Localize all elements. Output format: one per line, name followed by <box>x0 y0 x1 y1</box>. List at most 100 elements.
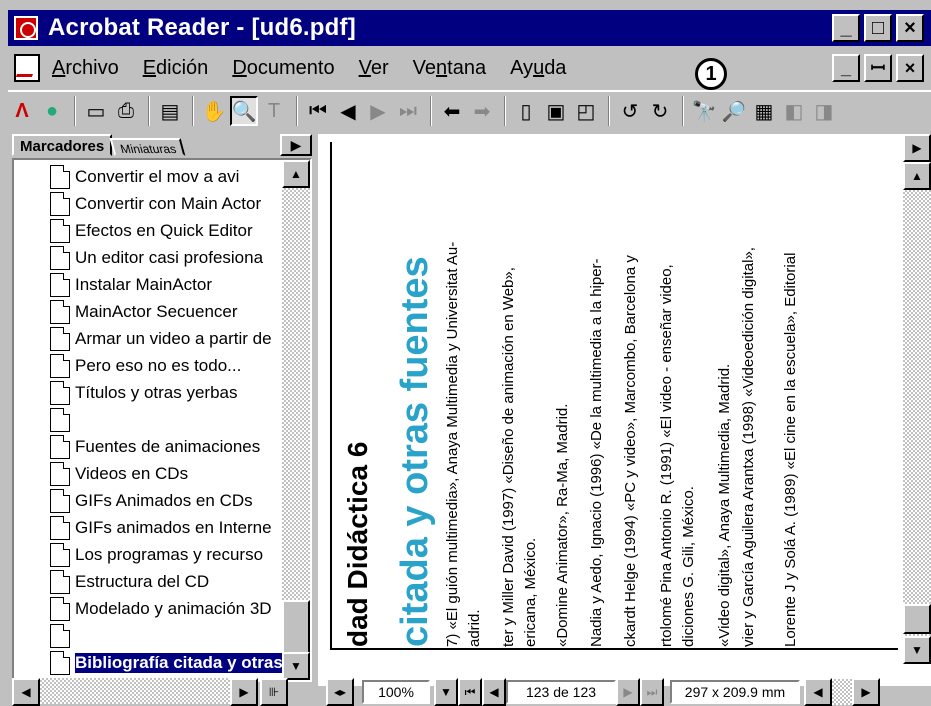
pane-horizontal-scrollbar[interactable] <box>40 678 230 704</box>
fit-page-icon[interactable]: ▣ <box>542 96 570 126</box>
scroll-down-button[interactable]: ▼ <box>282 652 310 680</box>
doc-scroll-right-button[interactable]: ▶ <box>852 678 880 706</box>
page-icon <box>50 273 70 297</box>
text-select-icon[interactable]: T <box>260 96 288 126</box>
first-page-icon[interactable]: ⏮ <box>304 96 332 126</box>
close-button[interactable]: × <box>896 14 924 42</box>
pane-menu-arrow[interactable]: ▶ <box>280 134 312 156</box>
page-icon <box>50 219 70 243</box>
tab-thumbnails[interactable]: Miniaturas <box>109 138 186 156</box>
thumbnails-icon[interactable]: ▤ <box>156 96 184 126</box>
page-icon <box>50 489 70 513</box>
status-first-page-icon[interactable]: ⏮ <box>458 678 482 706</box>
menu-archivo[interactable]: Archivo <box>52 57 119 80</box>
bookmark-item[interactable]: Convertir con Main Actor <box>50 191 261 217</box>
menu-documento[interactable]: Documento <box>232 57 334 80</box>
go-forward-icon[interactable]: ➡ <box>468 96 496 126</box>
bookmark-item[interactable]: Efectos en Quick Editor <box>50 218 253 244</box>
bookmark-item[interactable]: Pero eso no es todo... <box>50 353 241 379</box>
menu-edicion[interactable]: Edición <box>143 57 209 80</box>
bookmark-item[interactable]: Estructura del CD <box>50 569 209 595</box>
bookmark-item[interactable]: Modelado y animación 3D <box>50 596 272 622</box>
page-icon <box>50 516 70 540</box>
menu-ayuda[interactable]: Ayuda <box>510 57 566 80</box>
bookmark-item[interactable]: Videos en CDs <box>50 461 188 487</box>
page-icon <box>50 381 70 405</box>
bookmark-item[interactable] <box>50 407 75 433</box>
title-bar[interactable]: Acrobat Reader - [ud6.pdf] _ □ × <box>8 10 931 46</box>
bookmark-item[interactable]: Un editor casi profesiona <box>50 245 263 271</box>
doc-pane-arrow-button[interactable]: ▶ <box>903 134 931 162</box>
pane-scroll-left-button[interactable]: ◀ <box>12 678 40 706</box>
actual-size-icon[interactable]: ▯ <box>512 96 540 126</box>
globe-icon[interactable]: ● <box>38 96 66 126</box>
fit-width-icon[interactable]: ◰ <box>572 96 600 126</box>
doc-scroll-left-button[interactable]: ◀ <box>804 678 832 706</box>
document-icon[interactable] <box>14 54 40 82</box>
menu-ventana[interactable]: Ventana <box>413 57 486 80</box>
doc-horizontal-scrollbar[interactable] <box>832 679 852 705</box>
split-handle-icon[interactable]: ◂▸ <box>326 678 354 706</box>
doc-text-line: adrid. <box>466 609 483 647</box>
doc-scroll-down-button[interactable]: ▼ <box>903 636 931 664</box>
status-last-page-icon[interactable]: ⏭ <box>640 678 664 706</box>
bookmark-vertical-scrollbar[interactable]: ▲ ▼ <box>282 160 310 680</box>
bookmark-item[interactable]: GIFs animados en Interne <box>50 515 272 541</box>
toolbar-separator <box>430 96 432 126</box>
page-number-field[interactable]: 123 de 123 <box>506 680 616 704</box>
child-minimize-button[interactable]: _ <box>832 54 860 82</box>
bookmark-item[interactable]: Instalar MainActor <box>50 272 212 298</box>
search-icon[interactable]: ▦ <box>750 96 778 126</box>
scroll-thumb[interactable] <box>282 600 310 654</box>
bookmark-item[interactable]: Los programas y recurso <box>50 542 263 568</box>
print-icon[interactable]: ⎙ <box>112 96 140 126</box>
doc-text-line: ter y Miller David (1997) «Diseño de ani… <box>500 267 517 647</box>
prev-page-icon[interactable]: ◀ <box>334 96 362 126</box>
rotate-right-icon[interactable]: ↻ <box>646 96 674 126</box>
scroll-up-button[interactable]: ▲ <box>282 160 310 188</box>
bookmark-item[interactable]: Armar un video a partir de <box>50 326 272 352</box>
go-back-icon[interactable]: ⬅ <box>438 96 466 126</box>
doc-scroll-up-button[interactable]: ▲ <box>903 162 931 190</box>
zoom-tool-icon[interactable]: 🔍 <box>230 96 258 126</box>
toolbar-separator <box>192 96 194 126</box>
next-page-icon[interactable]: ▶ <box>364 96 392 126</box>
last-page-icon[interactable]: ⏭ <box>394 96 422 126</box>
bookmark-label: Convertir con Main Actor <box>75 194 262 213</box>
hand-tool-icon[interactable]: ✋ <box>200 96 228 126</box>
maximize-button[interactable]: □ <box>864 14 892 42</box>
toolbar: Λ ● ▭ ⎙ ▤ ✋ 🔍 T ⏮ ◀ ▶ ⏭ ⬅ ➡ ▯ ▣ ◰ ↺ ↻ 🔭 … <box>8 90 931 130</box>
rotate-left-icon[interactable]: ↺ <box>616 96 644 126</box>
find-icon[interactable]: 🔭 <box>690 96 718 126</box>
bookmark-item[interactable]: GIFs Animados en CDs <box>50 488 253 514</box>
status-next-page-icon[interactable]: ▶ <box>616 678 640 706</box>
doc-heading-unit: dad Didáctica 6 <box>342 441 373 647</box>
menu-archivo-label: rchivo <box>65 56 119 79</box>
pane-scroll-right-button[interactable]: ▶ <box>230 678 258 706</box>
find-again-icon[interactable]: 🔎 <box>720 96 748 126</box>
zoom-dropdown-button[interactable]: ▼ <box>434 678 458 706</box>
prev-result-icon[interactable]: ◧ <box>780 96 808 126</box>
zoom-field[interactable]: 100% <box>362 680 430 704</box>
acrobat-app-icon[interactable] <box>14 16 38 40</box>
child-close-button[interactable]: × <box>896 54 924 82</box>
pane-resize-icon[interactable]: ⊪ <box>260 678 288 706</box>
minimize-button[interactable]: _ <box>832 14 860 42</box>
bookmark-item[interactable]: Convertir el mov a avi <box>50 164 239 190</box>
tab-bookmarks[interactable]: Marcadores <box>12 134 113 156</box>
child-restore-button[interactable]: ꟷ <box>864 54 892 82</box>
bookmark-item[interactable]: MainActor Secuencer <box>50 299 238 325</box>
window-title: Acrobat Reader - [ud6.pdf] <box>48 14 356 41</box>
open-icon[interactable]: ▭ <box>82 96 110 126</box>
doc-scroll-thumb[interactable] <box>903 604 931 634</box>
bookmark-item[interactable]: Fuentes de animaciones <box>50 434 260 460</box>
document-vertical-scrollbar[interactable]: ▶ ▲ ▼ <box>903 134 931 664</box>
bookmark-item[interactable] <box>50 623 75 649</box>
status-prev-page-icon[interactable]: ◀ <box>482 678 506 706</box>
bookmark-item[interactable]: Títulos y otras yerbas <box>50 380 238 406</box>
acrobat-icon[interactable]: Λ <box>8 96 36 126</box>
menu-ver[interactable]: Ver <box>359 57 389 80</box>
bookmark-item-selected[interactable]: Bibliografía citada y otras <box>50 650 283 676</box>
next-result-icon[interactable]: ◨ <box>810 96 838 126</box>
doc-text-line: 7) «El guión multimedia», Anaya Multimed… <box>444 241 461 647</box>
